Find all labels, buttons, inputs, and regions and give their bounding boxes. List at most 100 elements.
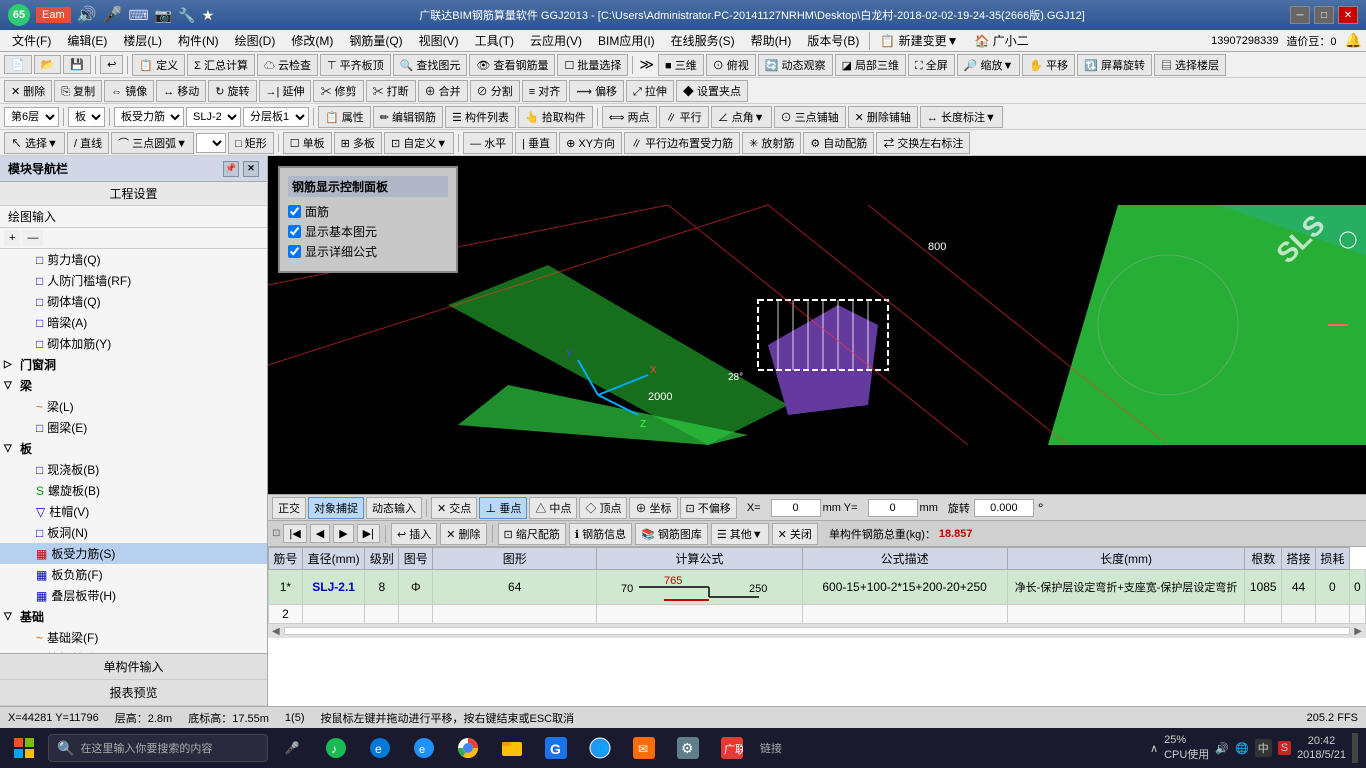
tb-rect[interactable]: □ 矩形 xyxy=(228,132,274,154)
nav-next[interactable]: ▶ xyxy=(333,524,353,543)
nav-prev[interactable]: ◀ xyxy=(310,524,330,543)
tree-item-spiral-board[interactable]: S 螺旋板(B) xyxy=(0,480,267,501)
sidebar-pin[interactable]: 📌 xyxy=(223,161,239,177)
taskbar-network[interactable]: 🌐 xyxy=(1235,742,1249,755)
tb-merge[interactable]: ⊕ 合并 xyxy=(418,80,468,102)
tb-select[interactable]: ↖ 选择▼ xyxy=(4,132,65,154)
taskbar-app-folder[interactable] xyxy=(492,730,532,766)
taskbar-ime[interactable]: S xyxy=(1278,741,1291,755)
tree-section-board[interactable]: ▽ 板 xyxy=(0,438,267,459)
tree-item-masonry-wall[interactable]: □ 砌体墙(Q) xyxy=(0,291,267,312)
snap-no-offset[interactable]: ⊡ 不偏移 xyxy=(680,497,737,519)
tb-three-point[interactable]: ⊙ 三点铺轴 xyxy=(774,106,846,128)
tb-radial[interactable]: ✳ 放射筋 xyxy=(742,132,801,154)
tb-fullscreen[interactable]: ⛶ 全屏 xyxy=(908,54,955,76)
tree-item-board-rebar[interactable]: ▦ 板受力筋(S) xyxy=(0,543,267,564)
nav-first[interactable]: |◀ xyxy=(283,524,306,543)
nav-insert[interactable]: ↩ 插入 xyxy=(391,523,437,545)
tree-item-beam[interactable]: ~ 梁(L) xyxy=(0,396,267,417)
menu-version[interactable]: 版本号(B) xyxy=(799,30,867,51)
nav-scale-rebar[interactable]: ⊡ 缩尺配筋 xyxy=(498,523,566,545)
tb-batch-select[interactable]: ☐ 批量选择 xyxy=(557,54,628,76)
taskbar-app-mic[interactable]: 🎤 xyxy=(272,730,312,766)
tb-find[interactable]: 🔍 查找图元 xyxy=(393,54,468,76)
tree-section-foundation[interactable]: ▽ 基础 xyxy=(0,606,267,627)
snap-coordinate[interactable]: ⊕ 坐标 xyxy=(629,497,677,519)
menu-element[interactable]: 构件(N) xyxy=(170,30,227,51)
tree-item-board-hole[interactable]: □ 板洞(N) xyxy=(0,522,267,543)
tb-multi-board[interactable]: ⊞ 多板 xyxy=(334,132,382,154)
tree-item-cast-board[interactable]: □ 现浇板(B) xyxy=(0,459,267,480)
tb-auto-config[interactable]: ⚙ 自动配筋 xyxy=(803,132,874,154)
tb-arc[interactable]: ⌒ 三点圆弧▼ xyxy=(111,132,194,154)
tb-align-top[interactable]: ⊤ 平齐板顶 xyxy=(320,54,391,76)
taskbar-volume[interactable]: 🔊 xyxy=(1215,742,1229,755)
canvas-area[interactable]: 钢筋显示控制面板 面筋 显示基本图元 显示详细公式 xyxy=(268,156,1366,494)
tree-item-concealed-beam[interactable]: □ 暗梁(A) xyxy=(0,312,267,333)
menu-modify[interactable]: 修改(M) xyxy=(283,30,341,51)
tb-vertical[interactable]: | 垂直 xyxy=(515,132,557,154)
menu-new-change[interactable]: 📋 新建变更▼ xyxy=(872,30,966,51)
snap-perpendicular[interactable]: ⊥ 垂点 xyxy=(479,497,527,519)
report-preview[interactable]: 报表预览 xyxy=(0,680,267,706)
tb-rotate[interactable]: ↻ 旋转 xyxy=(208,80,256,102)
tb-horizontal[interactable]: — 水平 xyxy=(463,132,513,154)
nav-last[interactable]: ▶| xyxy=(357,524,380,543)
nav-draw-input[interactable]: 绘图输入 xyxy=(0,206,267,228)
menu-help[interactable]: 帮助(H) xyxy=(743,30,800,51)
tb-parallel[interactable]: ∥ 平行 xyxy=(659,106,709,128)
rebar-face-checkbox[interactable] xyxy=(288,205,301,218)
tb-xy-dir[interactable]: ⊕ XY方向 xyxy=(559,132,622,154)
tree-item-found-beam[interactable]: ~ 基础梁(F) xyxy=(0,627,267,648)
tree-item-shear-wall[interactable]: □ 剪力墙(Q) xyxy=(0,249,267,270)
tb-single-board[interactable]: ☐ 单板 xyxy=(283,132,332,154)
tb-copy[interactable]: ⎘ 复制 xyxy=(54,80,102,102)
tb-open[interactable]: 📂 xyxy=(34,55,62,74)
tb-parallel-edge[interactable]: ∥ 平行边布置受力筋 xyxy=(624,132,740,154)
taskbar-app-ggj[interactable]: 广联 xyxy=(712,730,752,766)
tb-top-view[interactable]: ⊙ 俯视 xyxy=(706,54,756,76)
nav-rebar-library[interactable]: 📚 钢筋图库 xyxy=(635,523,708,545)
tb-pull[interactable]: ⤢ 拉伸 xyxy=(626,80,674,102)
close-button[interactable]: ✕ xyxy=(1338,6,1358,24)
rebar-basic-checkbox[interactable] xyxy=(288,225,301,238)
tb-edit-rebar[interactable]: ✏ 编辑钢筋 xyxy=(373,106,443,128)
menu-edit[interactable]: 编辑(E) xyxy=(59,30,115,51)
sidebar-close[interactable]: ✕ xyxy=(243,161,259,177)
menu-gx2[interactable]: 🏠 广小二 xyxy=(967,30,1037,51)
tb-del-axis[interactable]: ✕ 删除铺轴 xyxy=(848,106,918,128)
tb-trim[interactable]: ✂ 修剪 xyxy=(313,80,363,102)
taskbar-app-g[interactable]: G xyxy=(536,730,576,766)
tb-move[interactable]: ↔ 移动 xyxy=(156,80,206,102)
single-element-input[interactable]: 单构件输入 xyxy=(0,654,267,680)
tb-save[interactable]: 💾 xyxy=(63,55,91,74)
taskbar-app-edge[interactable]: e xyxy=(360,730,400,766)
tree-item-civil-defense-wall[interactable]: □ 人防门槛墙(RF) xyxy=(0,270,267,291)
maximize-button[interactable]: □ xyxy=(1314,6,1334,24)
taskbar-arrow-up[interactable]: ∧ xyxy=(1150,742,1158,755)
tree-item-masonry-rebar[interactable]: □ 砌体加筋(Y) xyxy=(0,333,267,354)
menu-rebar-qty[interactable]: 钢筋量(Q) xyxy=(341,30,410,51)
taskbar-app-ie[interactable]: e xyxy=(404,730,444,766)
tb-set-vertex[interactable]: ◆ 设置夹点 xyxy=(676,80,748,102)
menu-bim[interactable]: BIM应用(I) xyxy=(590,30,663,51)
tb-mirror[interactable]: ⇔ 镜像 xyxy=(104,80,154,102)
taskbar-start-button[interactable] xyxy=(4,730,44,766)
tb-rotate-screen[interactable]: 🔃 屏幕旋转 xyxy=(1077,54,1152,76)
taskbar-lang[interactable]: 中 xyxy=(1255,739,1272,757)
snap-dynamic-input[interactable]: 动态输入 xyxy=(366,497,422,519)
snap-vertex[interactable]: ◇ 顶点 xyxy=(579,497,627,519)
tb-define[interactable]: 📋 定义 xyxy=(132,54,185,76)
tb-zoom[interactable]: 🔎 缩放▼ xyxy=(957,54,1021,76)
tree-item-stacked-board[interactable]: ▦ 叠层板带(H) xyxy=(0,585,267,606)
tb-property[interactable]: 📋 属性 xyxy=(318,106,371,128)
tb-delete[interactable]: ✕ 删除 xyxy=(4,80,52,102)
rebar-type-select[interactable]: 板受力筋 xyxy=(114,107,184,127)
rebar-formula-checkbox[interactable] xyxy=(288,245,301,258)
tb-point-angle[interactable]: ∠ 点角▼ xyxy=(711,106,772,128)
nav-rebar-info[interactable]: ℹ 钢筋信息 xyxy=(569,523,632,545)
tb-extend[interactable]: →| 延伸 xyxy=(259,80,312,102)
layer-board-select[interactable]: 分层板1 xyxy=(243,107,309,127)
menu-online[interactable]: 在线服务(S) xyxy=(663,30,743,51)
snap-intersection[interactable]: ✕ 交点 xyxy=(431,497,477,519)
